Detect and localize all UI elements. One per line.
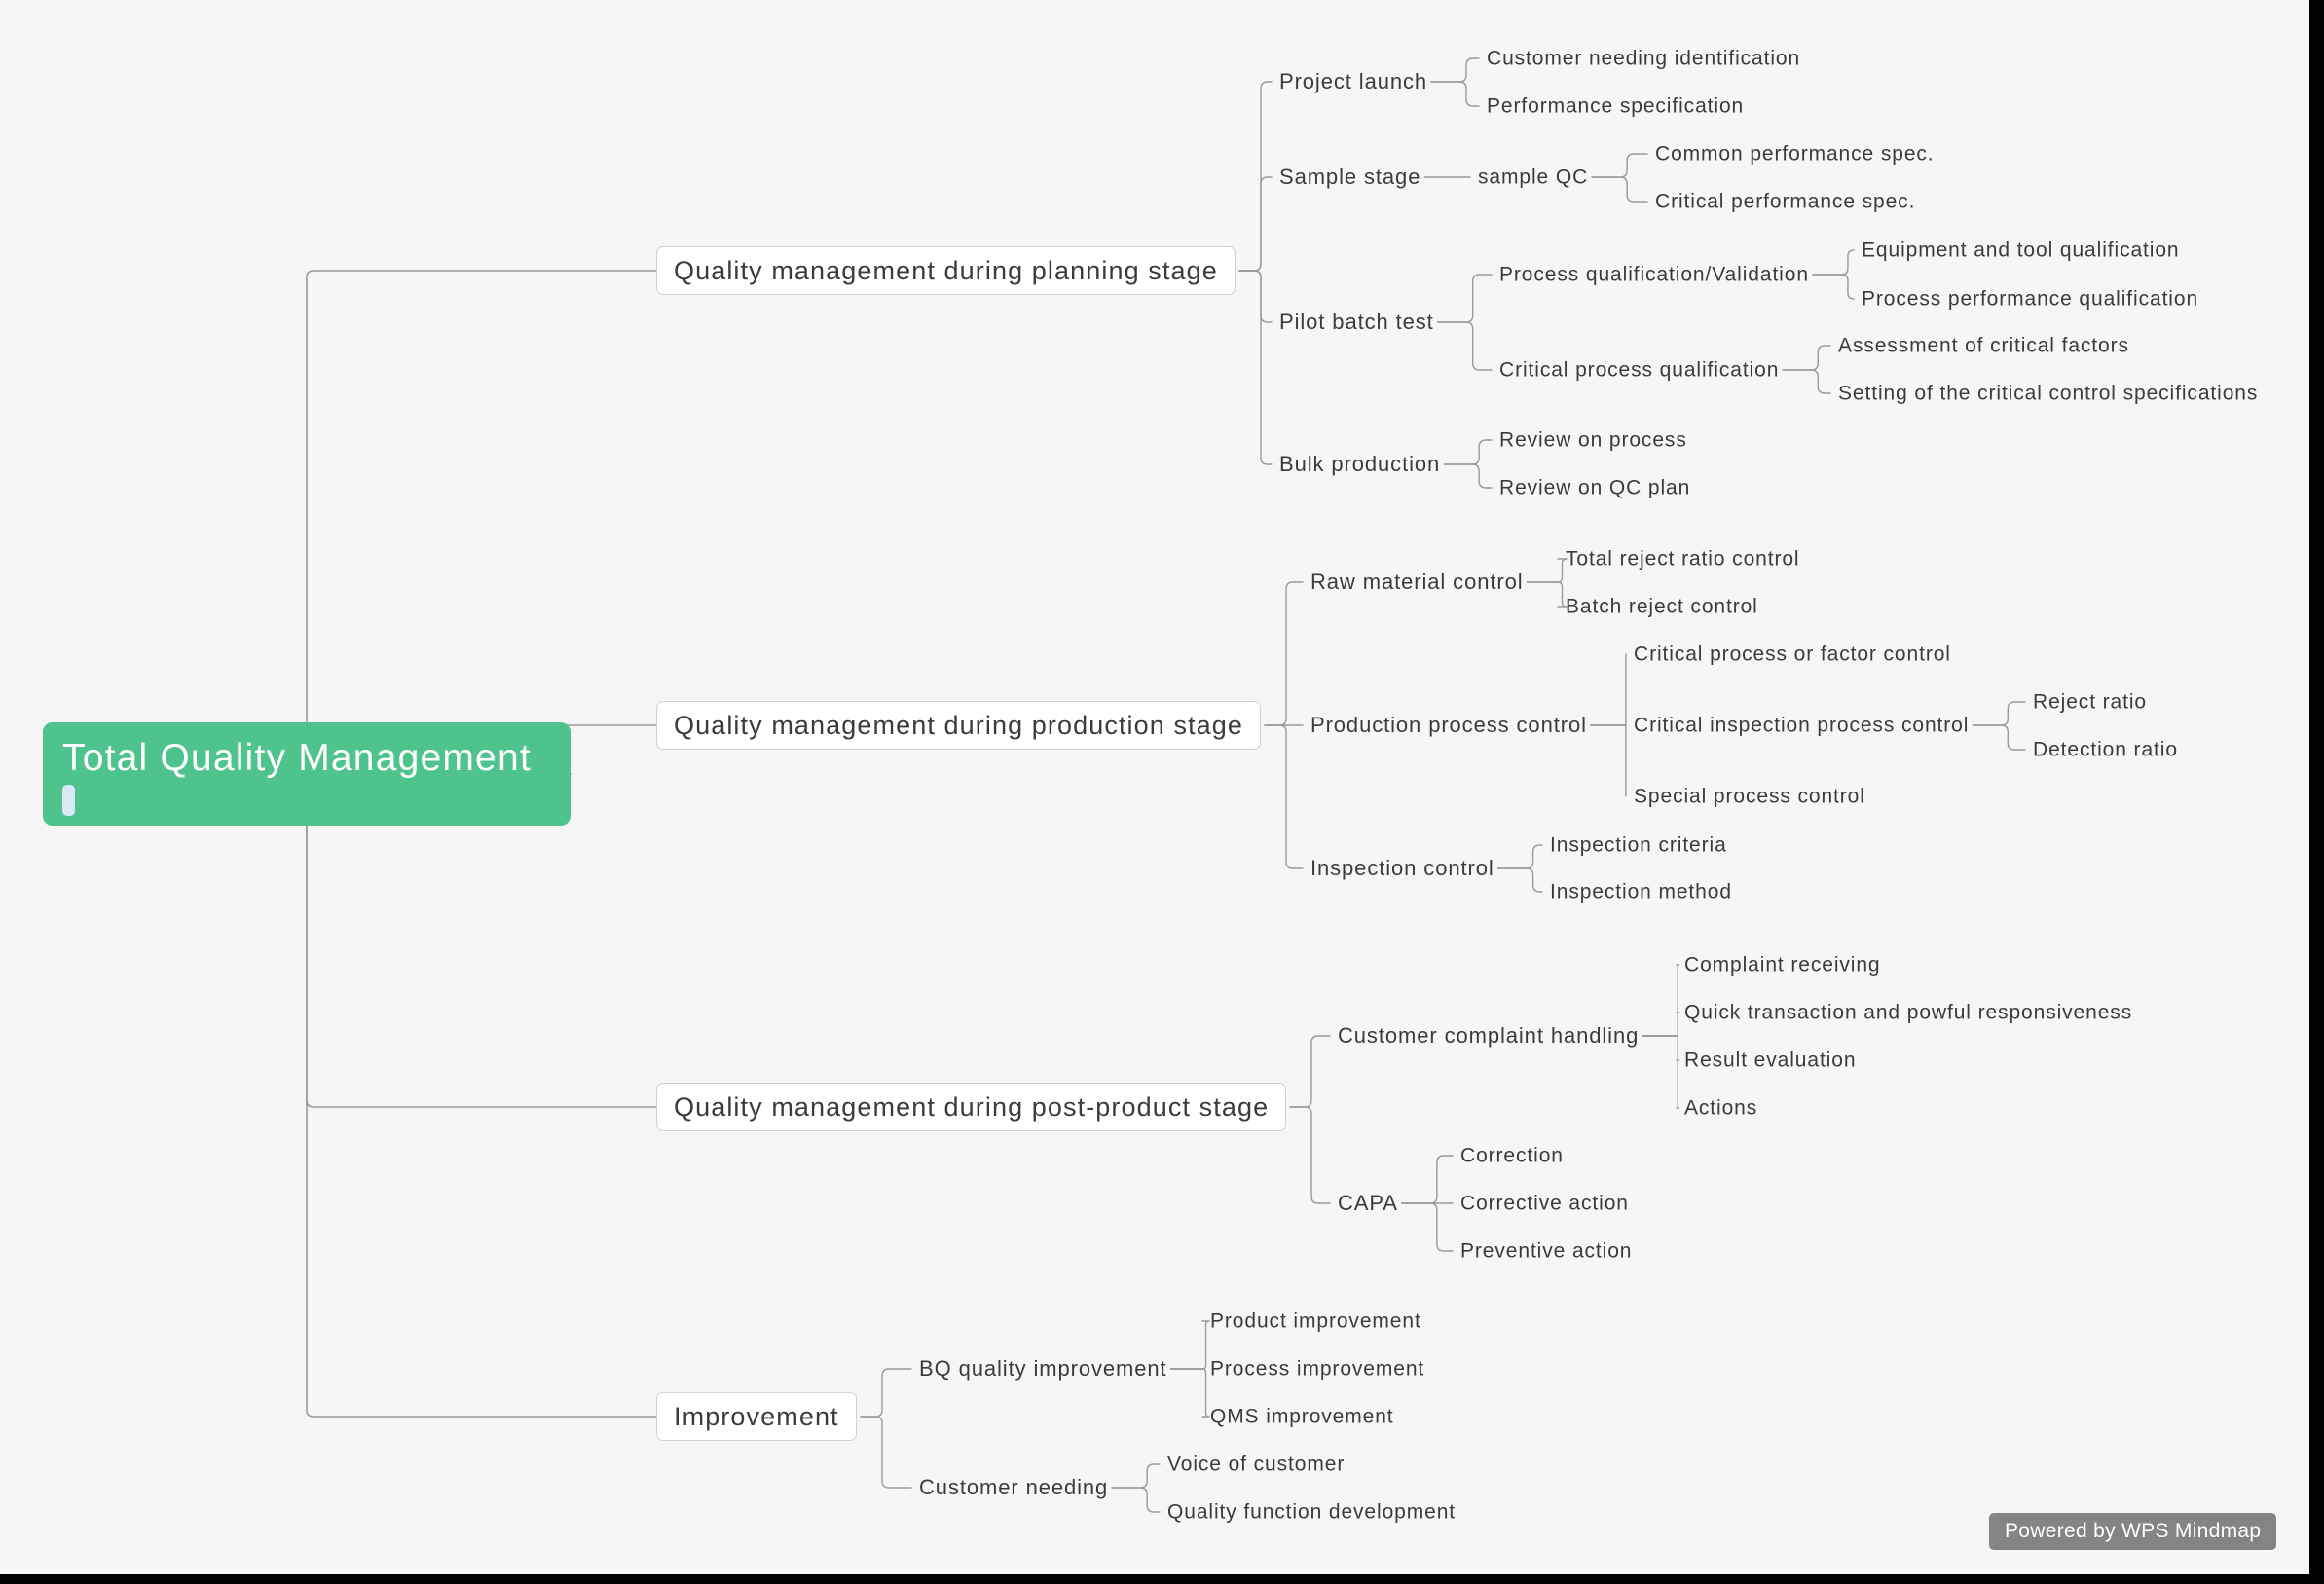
node-total-reject-ratio-control[interactable]: Total reject ratio control <box>1566 549 1800 570</box>
watermark-label: Powered by WPS Mindmap <box>2005 1520 2262 1542</box>
node-process-performance-qualification[interactable]: Process performance qualification <box>1862 289 2198 310</box>
node-setting-critical-control-specifications[interactable]: Setting of the critical control specific… <box>1838 384 2258 404</box>
node-correction[interactable]: Correction <box>1460 1146 1564 1166</box>
node-capa[interactable]: CAPA <box>1338 1193 1398 1214</box>
branch-node-post-product[interactable]: Quality management during post-product s… <box>656 1083 1286 1131</box>
node-bulk-production[interactable]: Bulk production <box>1279 454 1440 475</box>
node-customer-needing-identification[interactable]: Customer needing identification <box>1487 49 1800 69</box>
node-batch-reject-control[interactable]: Batch reject control <box>1566 597 1758 617</box>
root-label: Total Quality Management <box>62 737 532 779</box>
watermark-badge: Powered by WPS Mindmap <box>1989 1513 2277 1550</box>
node-actions[interactable]: Actions <box>1684 1098 1757 1119</box>
branch-label: Quality management during production sta… <box>674 710 1244 740</box>
node-product-improvement[interactable]: Product improvement <box>1210 1311 1421 1332</box>
node-performance-specification[interactable]: Performance specification <box>1487 96 1744 117</box>
node-inspection-control[interactable]: Inspection control <box>1310 858 1494 879</box>
branch-label: Improvement <box>674 1401 839 1431</box>
node-reject-ratio[interactable]: Reject ratio <box>2033 692 2147 713</box>
node-sample-stage[interactable]: Sample stage <box>1279 166 1420 188</box>
branch-node-improvement[interactable]: Improvement <box>656 1392 857 1441</box>
node-quality-function-development[interactable]: Quality function development <box>1167 1502 1456 1523</box>
node-process-improvement[interactable]: Process improvement <box>1210 1359 1424 1380</box>
node-equipment-and-tool-qualification[interactable]: Equipment and tool qualification <box>1862 240 2180 261</box>
node-corrective-action[interactable]: Corrective action <box>1460 1194 1629 1214</box>
node-review-on-qc-plan[interactable]: Review on QC plan <box>1499 478 1690 498</box>
node-critical-process-qualification[interactable]: Critical process qualification <box>1499 360 1779 381</box>
node-critical-performance-spec[interactable]: Critical performance spec. <box>1655 192 1915 212</box>
node-critical-process-or-factor-control[interactable]: Critical process or factor control <box>1634 645 1951 665</box>
node-critical-inspection-process-control[interactable]: Critical inspection process control <box>1634 716 1969 736</box>
branch-node-planning[interactable]: Quality management during planning stage <box>656 246 1236 295</box>
node-pilot-batch-test[interactable]: Pilot batch test <box>1279 312 1434 333</box>
node-special-process-control[interactable]: Special process control <box>1634 787 1865 807</box>
node-customer-needing[interactable]: Customer needing <box>919 1477 1108 1498</box>
node-preventive-action[interactable]: Preventive action <box>1460 1241 1632 1262</box>
text-caret <box>62 785 75 816</box>
node-review-on-process[interactable]: Review on process <box>1499 430 1687 451</box>
node-inspection-criteria[interactable]: Inspection criteria <box>1550 835 1727 856</box>
node-raw-material-control[interactable]: Raw material control <box>1310 571 1524 593</box>
node-common-performance-spec[interactable]: Common performance spec. <box>1655 144 1935 165</box>
node-project-launch[interactable]: Project launch <box>1279 71 1427 92</box>
branch-label: Quality management during post-product s… <box>674 1091 1270 1122</box>
branch-node-production[interactable]: Quality management during production sta… <box>656 701 1261 750</box>
node-inspection-method[interactable]: Inspection method <box>1550 882 1732 903</box>
mindmap-canvas[interactable]: Total Quality Management Quality managem… <box>0 0 2324 1584</box>
node-customer-complaint-handling[interactable]: Customer complaint handling <box>1338 1025 1639 1047</box>
node-sample-qc[interactable]: sample QC <box>1478 167 1588 188</box>
node-assessment-of-critical-factors[interactable]: Assessment of critical factors <box>1838 336 2129 356</box>
node-complaint-receiving[interactable]: Complaint receiving <box>1684 955 1881 976</box>
branch-label: Quality management during planning stage <box>674 255 1218 285</box>
node-quick-transaction-responsiveness[interactable]: Quick transaction and powful responsiven… <box>1684 1003 2132 1023</box>
node-process-qualification-validation[interactable]: Process qualification/Validation <box>1499 265 1809 285</box>
node-detection-ratio[interactable]: Detection ratio <box>2033 740 2178 760</box>
node-bq-quality-improvement[interactable]: BQ quality improvement <box>919 1358 1167 1380</box>
node-production-process-control[interactable]: Production process control <box>1310 715 1587 736</box>
node-qms-improvement[interactable]: QMS improvement <box>1210 1407 1394 1427</box>
node-result-evaluation[interactable]: Result evaluation <box>1684 1050 1856 1071</box>
root-node[interactable]: Total Quality Management <box>43 722 571 826</box>
bottom-edge-strip <box>0 1574 2324 1584</box>
node-voice-of-customer[interactable]: Voice of customer <box>1167 1455 1345 1475</box>
right-edge-strip <box>2309 0 2324 1584</box>
